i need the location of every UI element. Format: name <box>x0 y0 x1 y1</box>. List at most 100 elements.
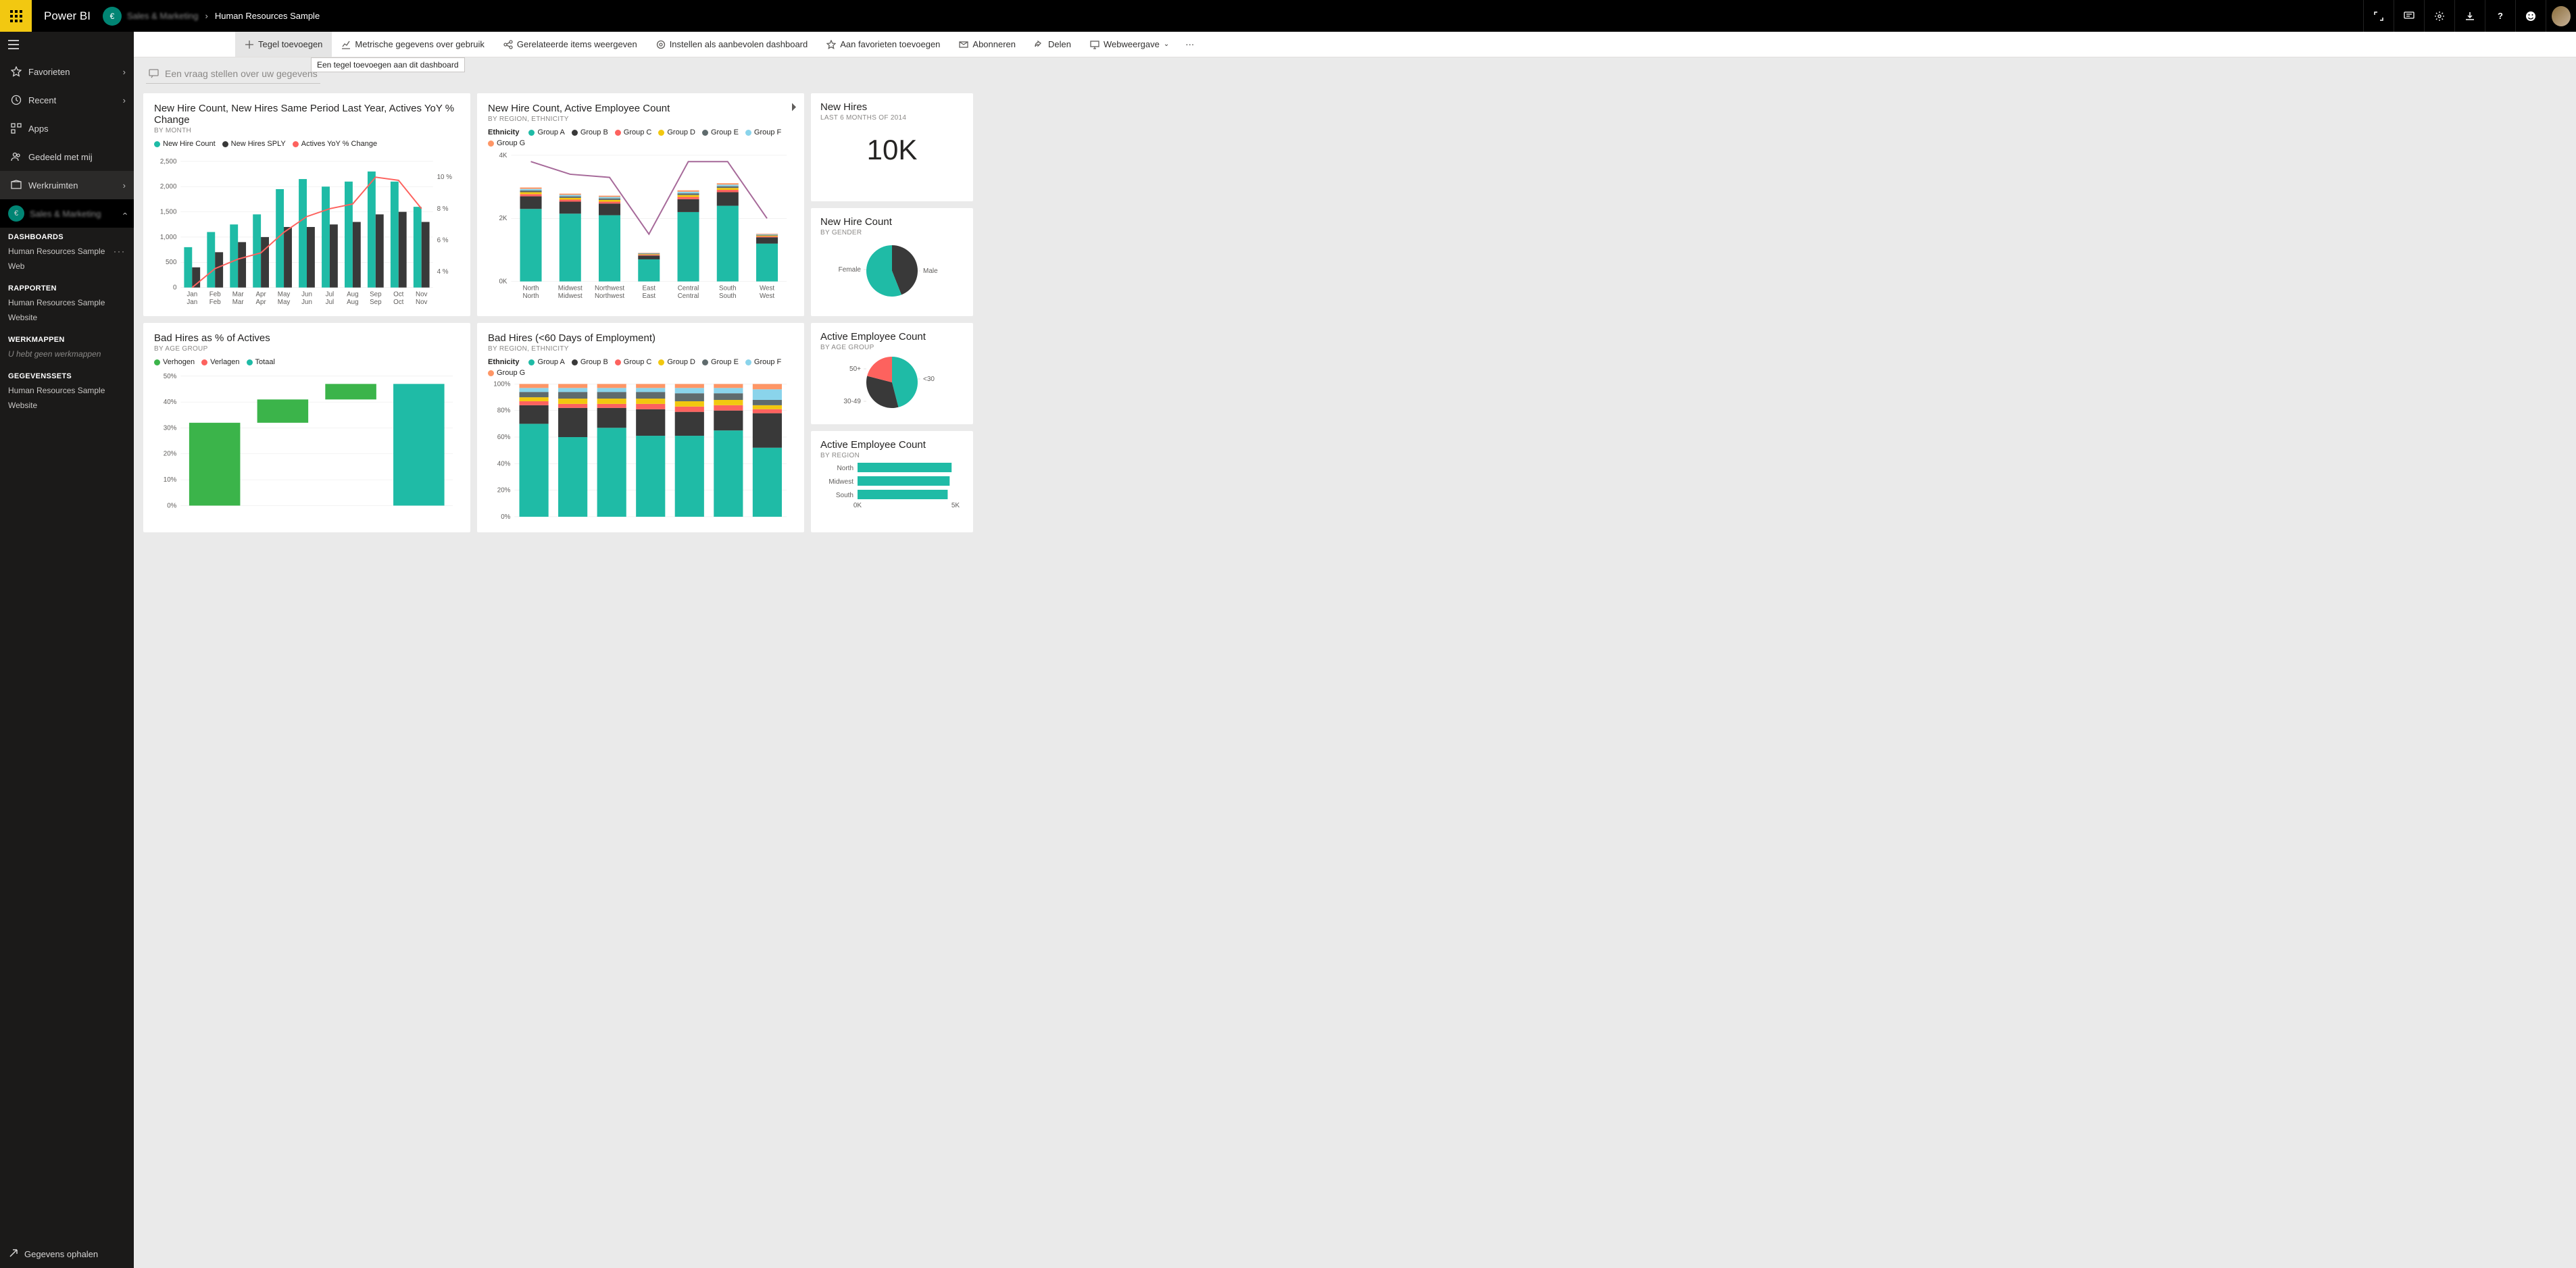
fullscreen-icon[interactable] <box>2363 0 2394 32</box>
download-icon[interactable] <box>2454 0 2485 32</box>
tile-new-hire-gender[interactable]: New Hire Count BY GENDER FemaleMale <box>811 208 973 316</box>
svg-text:South: South <box>719 284 737 292</box>
add-favorite-button[interactable]: Aan favorieten toevoegen <box>817 32 949 57</box>
svg-text:East: East <box>642 293 655 300</box>
svg-text:Northwest: Northwest <box>595 284 624 292</box>
svg-text:10 %: 10 % <box>437 174 453 181</box>
apps-icon <box>8 123 24 134</box>
avatar[interactable] <box>2546 0 2576 32</box>
workspace-badge: € <box>103 7 122 26</box>
comments-icon[interactable] <box>2394 0 2424 32</box>
dashboard-item[interactable]: Web <box>8 259 126 274</box>
kpi-value: 10K <box>820 134 964 166</box>
nav-favorites[interactable]: Favorieten › <box>0 57 134 86</box>
toolbar-more-button[interactable]: ··· <box>1179 32 1201 57</box>
chart-t7: 50+<3030-49 <box>821 349 963 416</box>
legend: New Hire Count New Hires SPLY Actives Yo… <box>154 140 460 148</box>
svg-text:North: North <box>523 293 539 300</box>
tile-new-hire-region[interactable]: New Hire Count, Active Employee Count BY… <box>477 93 804 316</box>
current-workspace[interactable]: € Sales & Marketing › <box>0 199 134 228</box>
svg-text:2K: 2K <box>499 215 507 222</box>
workspaces-icon <box>8 180 24 191</box>
brand-label: Power BI <box>32 9 103 23</box>
svg-text:30%: 30% <box>164 424 177 432</box>
svg-text:8 %: 8 % <box>437 205 449 213</box>
chevron-right-icon: › <box>123 180 126 191</box>
settings-icon[interactable] <box>2424 0 2454 32</box>
nav-recent[interactable]: Recent › <box>0 86 134 114</box>
svg-text:80%: 80% <box>497 407 511 415</box>
related-items-button[interactable]: Gerelateerde items weergeven <box>494 32 647 57</box>
get-data-button[interactable]: Gegevens ophalen <box>0 1240 134 1268</box>
svg-text:Feb: Feb <box>209 290 221 298</box>
svg-text:East: East <box>642 284 655 292</box>
svg-text:2,000: 2,000 <box>160 183 177 191</box>
app-launcher[interactable] <box>0 0 32 32</box>
svg-text:Jul: Jul <box>326 299 335 306</box>
legend: Ethnicity Group A Group B Group C Group … <box>488 358 793 377</box>
dataset-item[interactable]: Website <box>8 398 126 413</box>
tile-new-hires-kpi[interactable]: New Hires LAST 6 MONTHS OF 2014 10K <box>811 93 973 201</box>
svg-text:Jun: Jun <box>301 299 312 306</box>
tile-active-age[interactable]: Active Employee Count BY AGE GROUP 50+<3… <box>811 323 973 424</box>
svg-text:5K: 5K <box>951 502 960 509</box>
left-nav: Favorieten › Recent › Apps Gedeeld met m… <box>0 32 134 1268</box>
report-item[interactable]: Human Resources Sample <box>8 295 126 310</box>
top-header: Power BI € Sales & Marketing › Human Res… <box>0 0 2576 32</box>
nav-shared[interactable]: Gedeeld met mij <box>0 143 134 171</box>
more-icon[interactable]: ··· <box>114 247 126 256</box>
svg-text:West: West <box>760 293 774 300</box>
chart-t1: 05001,0001,5002,0002,5004 %6 %8 %10 %Jan… <box>154 151 460 316</box>
svg-text:Jan: Jan <box>187 299 197 306</box>
svg-text:0%: 0% <box>167 502 176 509</box>
usage-metrics-button[interactable]: Metrische gegevens over gebruik <box>332 32 494 57</box>
workspace-name-header[interactable]: Sales & Marketing <box>127 11 199 21</box>
report-item[interactable]: Website <box>8 310 126 325</box>
svg-text:1,000: 1,000 <box>160 234 177 241</box>
share-button[interactable]: Delen <box>1025 32 1081 57</box>
help-icon[interactable]: ? <box>2485 0 2515 32</box>
set-featured-button[interactable]: Instellen als aanbevolen dashboard <box>647 32 818 57</box>
chevron-right-icon[interactable] <box>791 103 797 114</box>
svg-text:Sep: Sep <box>370 299 382 306</box>
svg-text:Nov: Nov <box>416 299 428 306</box>
svg-text:Feb: Feb <box>209 299 221 306</box>
tile-bad-hires-age[interactable]: Bad Hires as % of Actives BY AGE GROUP V… <box>143 323 470 532</box>
tile-new-hire-yoy[interactable]: New Hire Count, New Hires Same Period La… <box>143 93 470 316</box>
svg-text:30-49: 30-49 <box>843 398 861 405</box>
chevron-right-icon: › <box>123 95 126 105</box>
workspace-mini-badge: € <box>8 205 24 222</box>
tile-active-region[interactable]: Active Employee Count BY REGION NorthMid… <box>811 431 973 532</box>
star-icon <box>8 66 24 77</box>
svg-text:Sep: Sep <box>370 290 382 298</box>
chart-t4: FemaleMale <box>821 237 963 305</box>
svg-text:4 %: 4 % <box>437 268 449 276</box>
qna-input[interactable]: Een vraag stellen over uw gegevens <box>146 66 320 84</box>
svg-text:50%: 50% <box>164 373 177 380</box>
svg-text:Midwest: Midwest <box>828 478 853 486</box>
svg-text:40%: 40% <box>497 460 511 467</box>
svg-text:Jul: Jul <box>326 290 335 298</box>
dashboard-canvas: New Hire Count, New Hires Same Period La… <box>134 92 2576 1268</box>
svg-text:0K: 0K <box>853 502 862 509</box>
section-reports: RAPPORTEN Human Resources Sample Website <box>0 279 134 330</box>
add-tile-button[interactable]: Tegel toevoegen <box>235 32 332 57</box>
svg-text:Midwest: Midwest <box>558 293 583 300</box>
dashboard-item[interactable]: Human Resources Sample··· <box>8 244 126 259</box>
svg-text:Midwest: Midwest <box>558 284 583 292</box>
tile-bad-hires-region[interactable]: Bad Hires (<60 Days of Employment) BY RE… <box>477 323 804 532</box>
svg-text:<30: <30 <box>923 376 935 383</box>
feedback-icon[interactable] <box>2515 0 2546 32</box>
web-view-button[interactable]: Webweergave ⌄ <box>1081 32 1179 57</box>
nav-workspaces[interactable]: Werkruimten › <box>0 171 134 199</box>
hamburger-icon[interactable] <box>0 32 134 57</box>
svg-text:Nov: Nov <box>416 290 428 298</box>
svg-text:Jun: Jun <box>301 290 312 298</box>
svg-text:10%: 10% <box>164 476 177 484</box>
nav-apps[interactable]: Apps <box>0 114 134 143</box>
svg-text:South: South <box>719 293 737 300</box>
chat-icon <box>149 68 159 79</box>
subscribe-button[interactable]: Abonneren <box>949 32 1025 57</box>
dataset-item[interactable]: Human Resources Sample <box>8 383 126 398</box>
svg-text:4K: 4K <box>499 152 507 159</box>
